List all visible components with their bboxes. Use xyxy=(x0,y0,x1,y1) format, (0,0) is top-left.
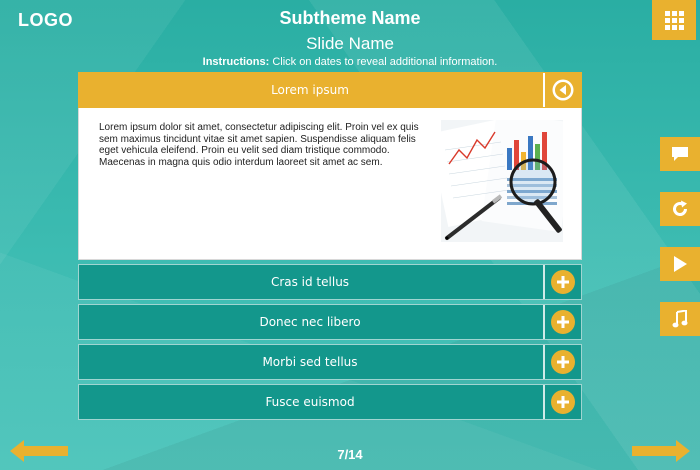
page-counter: 7/14 xyxy=(337,447,363,462)
next-arrow-icon[interactable] xyxy=(632,440,690,462)
comment-button[interactable] xyxy=(660,137,700,171)
plus-icon xyxy=(551,310,575,334)
accordion-body-text: Lorem ipsum dolor sit amet, consectetur … xyxy=(99,122,419,168)
financial-chart-image xyxy=(441,120,563,242)
expand-toggle[interactable] xyxy=(543,345,581,379)
comment-icon xyxy=(672,147,688,161)
plus-icon xyxy=(551,390,575,414)
instructions-label: Instructions: xyxy=(202,56,270,68)
expand-toggle[interactable] xyxy=(543,265,581,299)
accordion-title-open[interactable]: Lorem ipsum xyxy=(79,73,541,107)
accordion-item-title[interactable]: Fusce euismod xyxy=(79,385,541,419)
menu-button[interactable] xyxy=(652,0,696,40)
play-button[interactable] xyxy=(660,247,700,281)
instructions-text: Click on dates to reveal additional info… xyxy=(269,56,498,68)
accordion-item[interactable]: Cras id tellus xyxy=(78,264,582,300)
expand-toggle[interactable] xyxy=(543,305,581,339)
accordion-header-open[interactable]: Lorem ipsum xyxy=(78,72,582,108)
accordion-item-title[interactable]: Morbi sed tellus xyxy=(79,345,541,379)
replay-button[interactable] xyxy=(660,192,700,226)
plus-icon xyxy=(551,270,575,294)
subtheme-title: Subtheme Name xyxy=(279,8,421,28)
play-icon xyxy=(674,256,687,272)
collapse-toggle[interactable] xyxy=(543,73,581,107)
replay-icon xyxy=(673,200,687,216)
music-icon xyxy=(672,310,688,328)
plus-icon xyxy=(551,350,575,374)
accordion-item[interactable]: Fusce euismod xyxy=(78,384,582,420)
slide-title: Slide Name xyxy=(306,34,394,53)
accordion-content: Lorem ipsum dolor sit amet, consectetur … xyxy=(78,108,582,260)
accordion-item[interactable]: Donec nec libero xyxy=(78,304,582,340)
instructions: Instructions: Click on dates to reveal a… xyxy=(0,56,700,68)
grid-menu-icon xyxy=(664,10,684,30)
accordion-item[interactable]: Morbi sed tellus xyxy=(78,344,582,380)
accordion-item-title[interactable]: Donec nec libero xyxy=(79,305,541,339)
accordion: Lorem ipsum Lorem ipsum dolor sit amet, … xyxy=(78,72,582,420)
collapse-arrow-icon xyxy=(552,79,574,101)
accordion-item-title[interactable]: Cras id tellus xyxy=(79,265,541,299)
music-button[interactable] xyxy=(660,302,700,336)
expand-toggle[interactable] xyxy=(543,385,581,419)
